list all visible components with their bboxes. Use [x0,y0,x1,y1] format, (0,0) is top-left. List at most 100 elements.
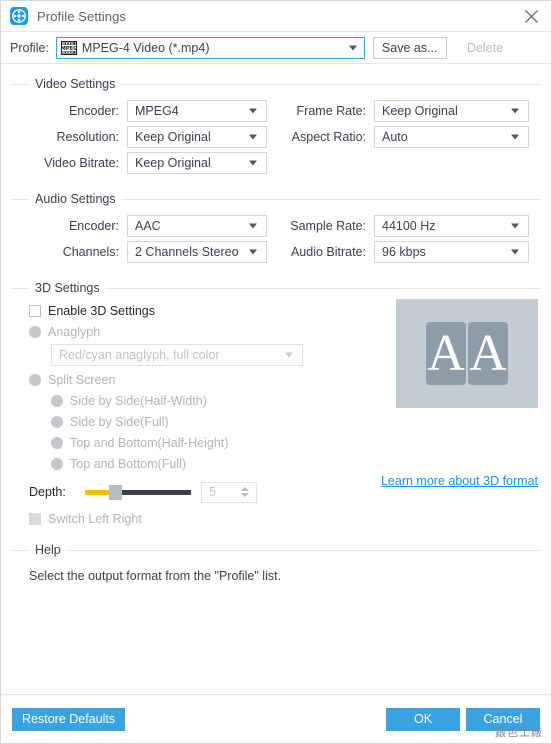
help-group: Help Select the output format from the "… [11,543,541,583]
resolution-label: Resolution: [56,130,119,144]
depth-label: Depth: [29,485,66,499]
anaglyph-select[interactable]: Red/cyan anaglyph, full color [51,344,303,366]
aspect-ratio-select[interactable]: Auto [374,126,529,148]
audio-row-1: Encoder: AAC Sample Rate: 44100 Hz [11,213,541,239]
preview-left-pane: A [426,322,466,385]
anaglyph-radio-row[interactable]: Anaglyph [29,321,361,342]
learn-more-3d-link[interactable]: Learn more about 3D format [381,474,538,488]
channels-value: 2 Channels Stereo [135,245,239,259]
profile-bar: Profile: MPEG MPEG-4 Video (*.mp4) Save … [1,31,551,64]
switch-left-right-row[interactable]: Switch Left Right [29,509,361,529]
split-option-row[interactable]: Side by Side(Half-Width) [51,390,361,411]
chevron-down-icon[interactable] [241,493,249,497]
field-resolution: Resolution: Keep Original [11,126,281,148]
audio-encoder-value: AAC [135,219,161,233]
profile-select[interactable]: MPEG MPEG-4 Video (*.mp4) [55,36,365,59]
audio-settings-title: Audio Settings [29,192,122,206]
slider-remaining-track [113,490,191,495]
chevron-up-icon[interactable] [241,487,249,491]
frame-rate-label: Frame Rate: [296,104,366,118]
sample-rate-label: Sample Rate: [290,219,366,233]
switch-left-right-checkbox[interactable] [29,513,41,525]
audio-row-2: Channels: 2 Channels Stereo Audio Bitrat… [11,239,541,265]
close-icon[interactable] [511,1,551,31]
audio-settings-header: Audio Settings [11,192,541,206]
mpeg-film-strip-icon: MPEG [60,40,77,55]
audio-settings-fields: Encoder: AAC Sample Rate: 44100 Hz Chann… [11,213,541,265]
top-and-bottom-full-radio[interactable] [51,457,63,470]
resolution-select[interactable]: Keep Original [127,126,267,148]
split-option-label: Top and Bottom(Half-Height) [70,435,229,450]
split-option-row[interactable]: Side by Side(Full) [51,411,361,432]
profile-settings-dialog: Profile Settings Profile: MPEG MPEG-4 Vi… [0,0,552,744]
channels-select[interactable]: 2 Channels Stereo [127,241,267,263]
slider-handle[interactable] [109,485,122,500]
title-bar: Profile Settings [1,1,551,31]
ok-button[interactable]: OK [386,707,460,731]
field-audio-encoder: Encoder: AAC [11,215,281,237]
top-and-bottom-half-height-radio[interactable] [51,436,63,449]
enable-3d-row[interactable]: Enable 3D Settings [29,301,361,321]
help-text: Select the output format from the "Profi… [29,569,282,583]
three-d-settings-header: 3D Settings [11,281,541,295]
svg-text:MPEG: MPEG [61,46,77,52]
split-option-label: Side by Side(Full) [70,414,169,429]
restore-defaults-button[interactable]: Restore Defaults [12,707,126,731]
depth-slider[interactable] [85,484,191,500]
audio-bitrate-value: 96 kbps [382,245,426,259]
help-header: Help [11,543,541,557]
anaglyph-select-row: Red/cyan anaglyph, full color [51,344,361,366]
video-bitrate-select[interactable]: Keep Original [127,152,267,174]
video-settings-fields: Encoder: MPEG4 Frame Rate: Keep Original [11,98,541,176]
split-screen-radio-row[interactable]: Split Screen [29,369,361,390]
three-d-settings-title: 3D Settings [29,281,106,295]
enable-3d-label: Enable 3D Settings [48,304,156,318]
cancel-button[interactable]: Cancel [466,707,540,731]
sample-rate-select[interactable]: 44100 Hz [374,215,529,237]
video-settings-group: Video Settings Encoder: MPEG4 Frame Rate… [11,77,541,176]
field-channels: Channels: 2 Channels Stereo [11,241,281,263]
depth-stepper[interactable]: 5 [201,481,257,503]
three-d-preview-column: A A Learn more about 3D format [361,295,541,488]
video-row-2: Resolution: Keep Original Aspect Ratio: … [11,124,541,150]
stepper-arrows[interactable] [241,487,249,497]
delete-button[interactable]: Delete [455,37,516,59]
three-d-body: Enable 3D Settings Anaglyph Red/cyan ana… [11,295,541,529]
switch-left-right-label: Switch Left Right [48,512,142,526]
field-audio-bitrate: Audio Bitrate: 96 kbps [281,241,529,263]
field-sample-rate: Sample Rate: 44100 Hz [281,215,529,237]
video-row-3: Video Bitrate: Keep Original [11,150,541,176]
three-d-settings-group: 3D Settings Enable 3D Settings Anaglyph … [11,281,541,529]
frame-rate-value: Keep Original [382,104,458,118]
split-option-row[interactable]: Top and Bottom(Half-Height) [51,432,361,453]
chevron-down-icon [249,249,257,255]
sample-rate-value: 44100 Hz [382,219,436,233]
save-as-button[interactable]: Save as... [372,36,447,59]
three-d-preview-image: A A [396,299,538,408]
enable-3d-checkbox[interactable] [29,305,41,317]
depth-row: Depth: 5 [29,480,361,504]
dialog-footer: Restore Defaults OK Cancel 銀色工廠 [1,694,551,743]
three-d-options: Enable 3D Settings Anaglyph Red/cyan ana… [11,295,361,529]
chevron-down-icon [285,352,293,358]
side-by-side-full-radio[interactable] [51,415,63,428]
audio-bitrate-select[interactable]: 96 kbps [374,241,529,263]
field-frame-rate: Frame Rate: Keep Original [281,100,529,122]
encoder-value: MPEG4 [135,104,179,118]
field-aspect-ratio: Aspect Ratio: Auto [281,126,529,148]
split-screen-radio[interactable] [29,373,41,386]
anaglyph-radio[interactable] [29,325,41,338]
chevron-down-icon [348,45,357,50]
split-option-row[interactable]: Top and Bottom(Full) [51,453,361,474]
audio-encoder-label: Encoder: [68,219,119,233]
side-by-side-half-width-radio[interactable] [51,394,63,407]
frame-rate-select[interactable]: Keep Original [374,100,529,122]
video-settings-header: Video Settings [11,77,541,91]
chevron-down-icon [249,223,257,229]
audio-encoder-select[interactable]: AAC [127,215,267,237]
video-bitrate-label: Video Bitrate: [44,156,119,170]
encoder-label: Encoder: [68,104,119,118]
chevron-down-icon [511,223,519,229]
anaglyph-value: Red/cyan anaglyph, full color [59,348,220,362]
encoder-select[interactable]: MPEG4 [127,100,267,122]
